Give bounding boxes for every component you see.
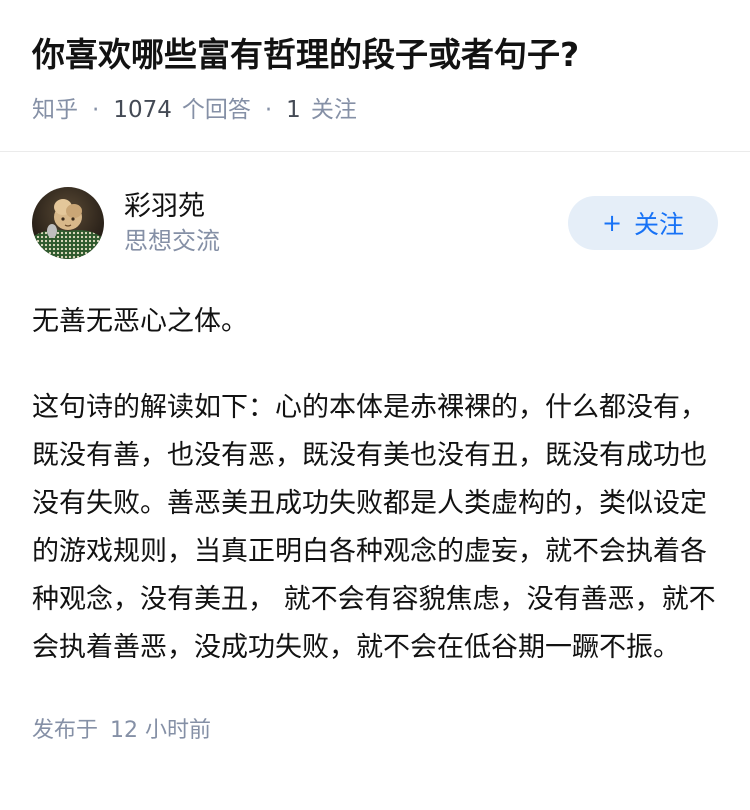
plus-icon: + <box>601 209 623 237</box>
source-label[interactable]: 知乎 <box>32 94 78 126</box>
answer-content[interactable]: 无善无恶心之体。 这句诗的解读如下：心的本体是赤裸裸的，什么都没有，既没有善，也… <box>32 298 718 672</box>
published-time: 12 小时前 <box>110 718 212 743</box>
answer-count: 1074 <box>113 97 172 123</box>
author-name[interactable]: 彩羽苑 <box>124 189 568 225</box>
question-meta: 知乎 · 1074 个回答 · 1 关注 <box>32 94 718 126</box>
avatar-image <box>32 187 104 259</box>
published-label: 发布于 <box>32 718 99 743</box>
follow-button-label: 关注 <box>634 210 685 239</box>
answer-item: 彩羽苑 思想交流 + 关注 无善无恶心之体。 这句诗的解读如下：心的本体是赤裸裸… <box>0 152 750 746</box>
question-header: 你喜欢哪些富有哲理的段子或者句子? 知乎 · 1074 个回答 · 1 关注 <box>0 0 750 152</box>
author-info: 彩羽苑 思想交流 <box>124 189 568 257</box>
author-row: 彩羽苑 思想交流 + 关注 <box>32 152 718 298</box>
answer-count-label: 个回答 <box>181 97 251 123</box>
answer-paragraph: 无善无恶心之体。 <box>32 306 248 337</box>
follow-count-label: 关注 <box>310 97 357 123</box>
question-title[interactable]: 你喜欢哪些富有哲理的段子或者句子? <box>32 32 718 78</box>
answer-footer: 发布于 12 小时前 <box>32 716 718 746</box>
follow-button[interactable]: + 关注 <box>568 196 718 250</box>
author-bio: 思想交流 <box>124 227 220 255</box>
avatar[interactable] <box>32 187 104 259</box>
answer-paragraph: 这句诗的解读如下：心的本体是赤裸裸的，什么都没有，既没有善，也没有恶，既没有美也… <box>32 392 716 663</box>
meta-separator: · <box>264 97 273 123</box>
follow-count: 1 <box>286 97 301 123</box>
meta-separator: · <box>92 97 100 123</box>
